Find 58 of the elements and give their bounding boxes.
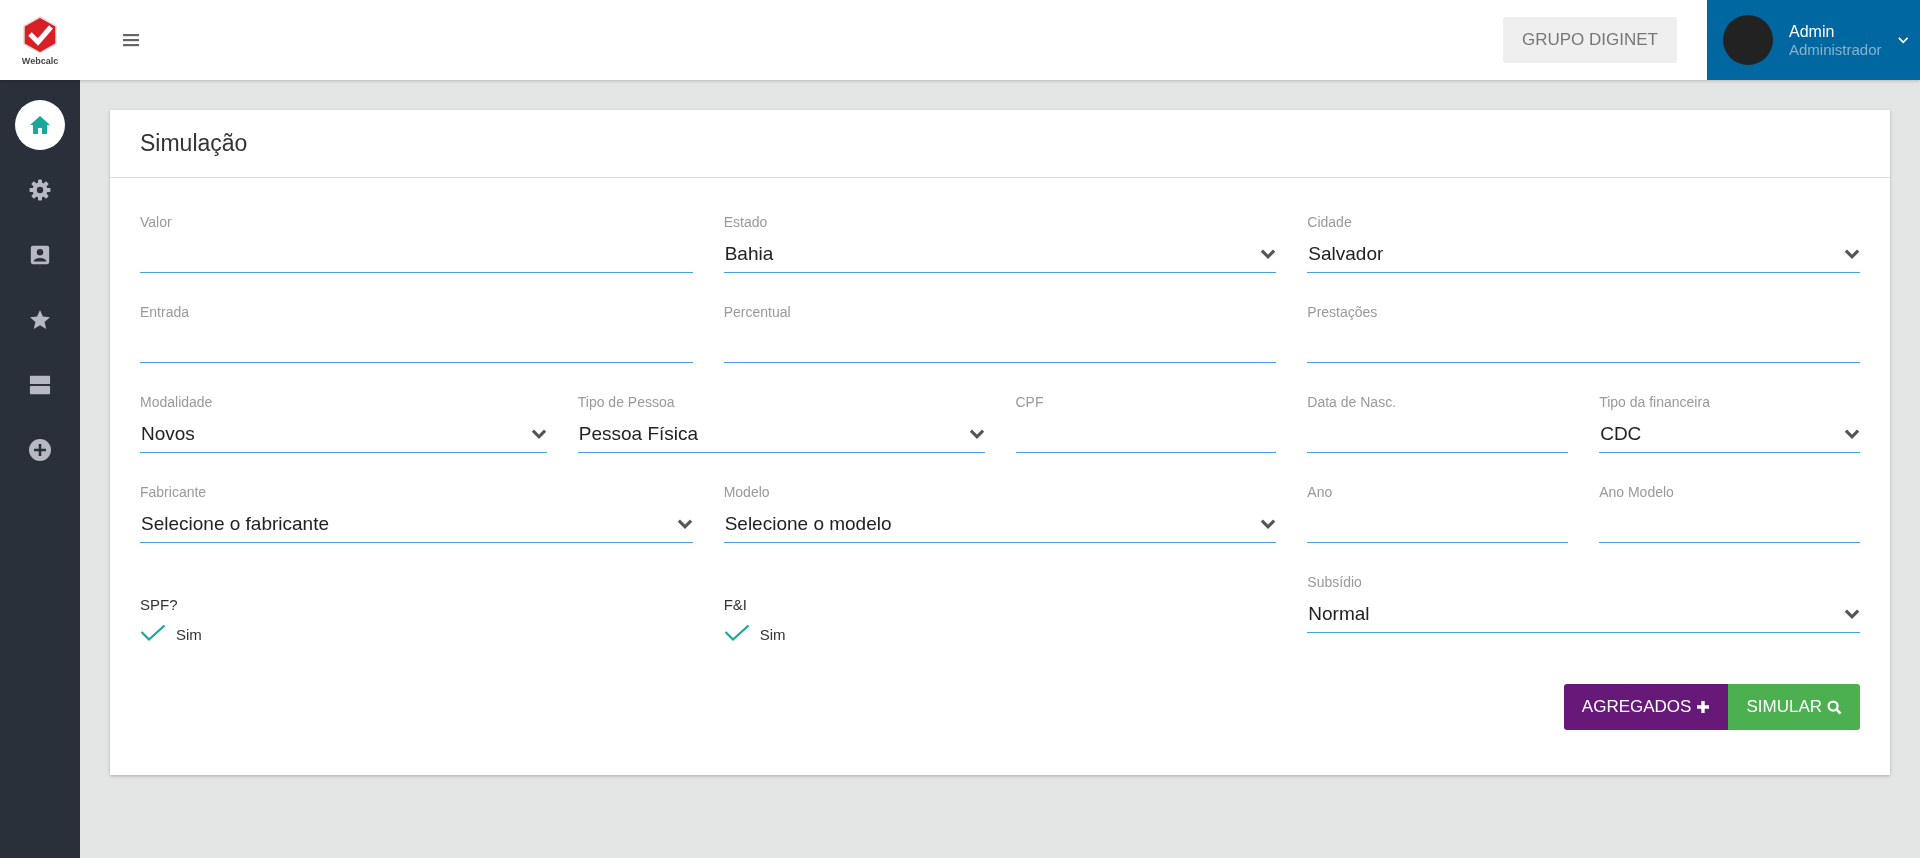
checkmark-icon xyxy=(140,623,166,642)
field-label: Percentual xyxy=(723,304,792,322)
select-field[interactable]: Normal xyxy=(1307,596,1860,633)
select-field[interactable]: Novos xyxy=(140,416,547,453)
chevron-down-icon xyxy=(1844,609,1860,619)
add-circle-icon xyxy=(28,438,52,462)
select-field[interactable]: Bahia xyxy=(723,236,1277,273)
sidebar-item[interactable] xyxy=(15,100,65,150)
field-label: CPF xyxy=(1015,394,1045,412)
field-label: Tipo da financeira xyxy=(1599,394,1711,412)
chevron-down-icon xyxy=(1897,36,1908,44)
field-label: Entrada xyxy=(140,304,191,322)
field-label: Ano xyxy=(1307,484,1334,502)
checkbox[interactable]: Sim xyxy=(140,622,220,643)
star-icon xyxy=(28,308,52,332)
select-field[interactable]: Selecione o modelo xyxy=(723,506,1277,543)
chevron-down-icon xyxy=(968,429,985,439)
logo-icon xyxy=(20,14,60,55)
checkbox-label: F&I xyxy=(723,596,748,615)
field-label: Modelo xyxy=(723,484,771,502)
field-label: Fabricante xyxy=(140,484,208,502)
chevron-down-icon xyxy=(1844,429,1860,439)
field-label: Ano Modelo xyxy=(1599,484,1675,502)
chevron-down-icon xyxy=(676,519,693,529)
chevron-down-icon xyxy=(1844,249,1860,259)
checkmark-icon xyxy=(723,623,750,642)
field-label: Cidade xyxy=(1307,214,1353,232)
chevron-down-icon xyxy=(530,429,547,439)
select-field[interactable]: Salvador xyxy=(1307,236,1860,273)
field-label: Data de Nasc. xyxy=(1307,394,1398,412)
company-button[interactable]: GRUPO DIGINET xyxy=(1503,17,1677,63)
field-label: Modalidade xyxy=(140,394,214,412)
select-field[interactable]: Selecione o fabricante xyxy=(140,506,693,543)
chevron-down-icon xyxy=(1260,519,1277,529)
contact-card-icon xyxy=(29,244,51,266)
menu-icon[interactable] xyxy=(123,33,139,47)
user-name: Admin xyxy=(1789,22,1836,41)
add-button[interactable]: AGREGADOS xyxy=(1563,684,1729,730)
select-field[interactable]: CDC xyxy=(1599,416,1860,453)
settings-icon xyxy=(28,178,52,202)
card-title: Simulação xyxy=(110,110,1890,178)
plus-icon xyxy=(1696,700,1711,714)
checkbox-label: SPF? xyxy=(140,596,179,615)
field-label: Prestações xyxy=(1307,304,1379,322)
select-field[interactable]: Pessoa Física xyxy=(577,416,985,453)
field-label: Estado xyxy=(723,214,769,232)
avatar xyxy=(1723,15,1773,65)
chevron-down-icon xyxy=(1260,249,1277,259)
field-label: Valor xyxy=(140,214,173,232)
rows-icon xyxy=(28,374,52,396)
logo-text: Webcalc xyxy=(21,55,59,66)
user-role: Administrador xyxy=(1789,40,1882,58)
field-label: Tipo de Pessoa xyxy=(577,394,676,412)
search-icon xyxy=(1827,699,1842,715)
field-label: Subsídio xyxy=(1307,574,1363,592)
checkbox[interactable]: Sim xyxy=(723,622,804,643)
user-menu[interactable]: Admin Administrador xyxy=(1707,0,1920,80)
home-icon xyxy=(28,113,52,137)
